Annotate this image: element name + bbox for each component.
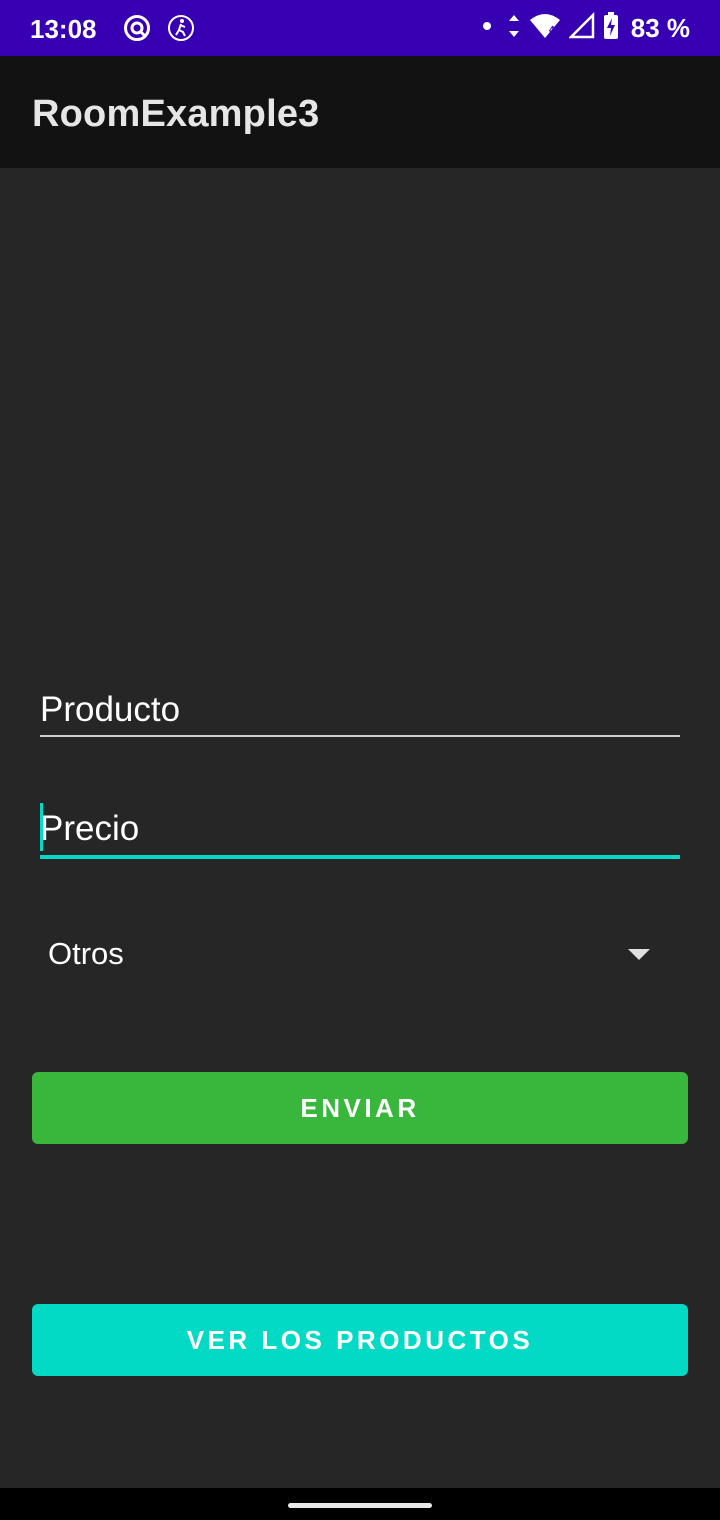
status-left-icons (122, 13, 196, 48)
spinner-selected-value: Otros (48, 936, 124, 971)
text-cursor (40, 803, 43, 851)
send-button-label: ENVIAR (300, 1092, 420, 1123)
view-products-button[interactable]: VER LOS PRODUCTOS (32, 1304, 688, 1376)
price-input[interactable] (40, 805, 680, 853)
accessibility-icon (166, 13, 196, 48)
status-time: 13:08 (30, 14, 97, 44)
home-gesture-handle[interactable] (288, 1503, 432, 1508)
app-title: RoomExample3 (32, 93, 320, 135)
product-field-underline (40, 735, 680, 737)
data-arrows-icon (507, 11, 521, 46)
battery-charging-icon (603, 11, 619, 46)
product-field[interactable] (40, 686, 680, 737)
status-right-icons: 4 83 % (479, 0, 690, 56)
svg-text:4: 4 (549, 25, 555, 36)
category-spinner[interactable]: Otros (40, 918, 680, 990)
vpn-icon (122, 13, 152, 48)
send-button[interactable]: ENVIAR (32, 1072, 688, 1144)
dropdown-arrow-icon (628, 948, 650, 966)
product-input[interactable] (40, 686, 680, 734)
battery-percentage: 83 % (630, 12, 690, 43)
navigation-bar (0, 1488, 720, 1520)
notification-dot-icon (479, 11, 499, 46)
app-bar: RoomExample3 (0, 56, 720, 168)
price-field-underline (40, 855, 680, 859)
signal-icon (567, 11, 595, 46)
price-field[interactable] (40, 803, 680, 859)
wifi-icon: 4 (529, 11, 561, 46)
view-products-button-label: VER LOS PRODUCTOS (186, 1324, 534, 1355)
status-bar: 13:08 4 83 % (0, 0, 720, 56)
